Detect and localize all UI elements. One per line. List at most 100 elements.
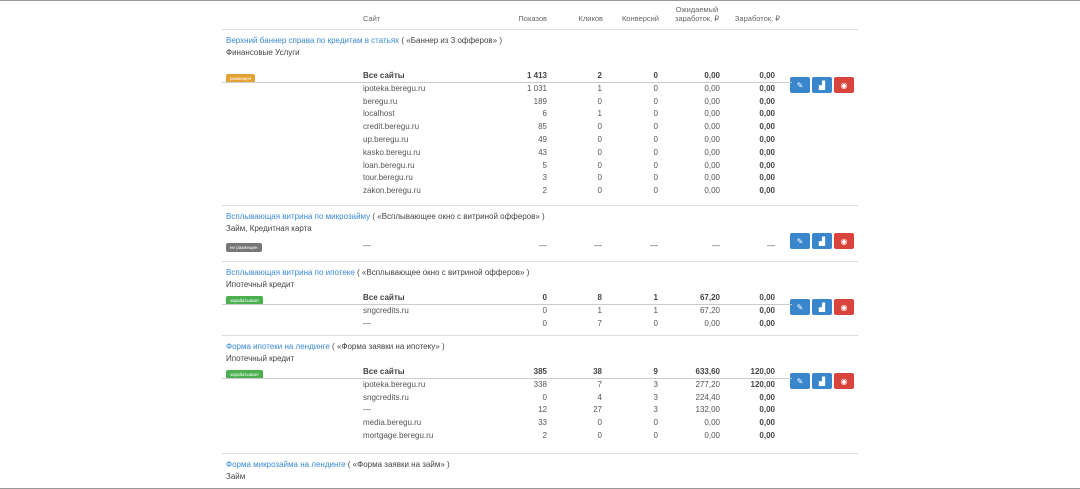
clicks-cell: 0	[597, 186, 602, 196]
earned-cell: 120,00	[750, 367, 775, 376]
conversions-cell: 0	[653, 160, 658, 170]
view-button[interactable]: ◉	[834, 233, 854, 249]
shows-cell: 2	[542, 430, 547, 440]
site-cell: Все сайты	[363, 293, 405, 302]
conversions-cell: 0	[653, 318, 658, 328]
offer-title: Верхний баннер справа по кредитам в стат…	[226, 36, 502, 45]
stats-button[interactable]: ▟	[812, 299, 832, 315]
clicks-cell: 27	[593, 405, 602, 415]
offer-title: Всплывающая витрина по микрозайму ( «Всп…	[226, 212, 545, 221]
clicks-cell: 7	[597, 379, 602, 389]
site-cell: loan.beregu.ru	[363, 160, 415, 170]
bar-chart-icon: ▟	[818, 302, 826, 312]
conversions-cell: 1	[653, 305, 658, 315]
earned-cell: 0,00	[759, 83, 775, 93]
table-row: mortgage.beregu.ru 2 0 0 0,00 0,00	[222, 430, 792, 443]
shows-cell: 12	[538, 405, 547, 415]
site-cell: ipoteka.beregu.ru	[363, 83, 426, 93]
earned-cell: 0,00	[759, 109, 775, 119]
eye-icon: ◉	[840, 376, 848, 386]
site-cell: up.beregu.ru	[363, 134, 409, 144]
earned-cell: 0,00	[759, 147, 775, 157]
edit-button[interactable]: ✎	[790, 299, 810, 315]
offer-title-link[interactable]: Всплывающая витрина по микрозайму	[226, 212, 370, 221]
dash-cell: —	[712, 241, 720, 250]
clicks-cell: 0	[597, 430, 602, 440]
earned-cell: 0,00	[759, 293, 775, 302]
conversions-cell: 9	[653, 367, 658, 376]
expected-cell: 0,00	[704, 122, 720, 132]
pencil-icon: ✎	[796, 236, 804, 246]
clicks-cell: 0	[597, 147, 602, 157]
view-button[interactable]: ◉	[834, 77, 854, 93]
table-row: beregu.ru 189 0 0 0,00 0,00	[222, 96, 792, 109]
edit-button[interactable]: ✎	[790, 373, 810, 389]
action-buttons: ✎ ▟ ◉	[790, 299, 854, 315]
expected-cell: 67,20	[699, 293, 720, 302]
offer-format: ( «Форма заявки на ипотеку» )	[332, 342, 445, 351]
site-cell: kasko.beregu.ru	[363, 147, 421, 157]
stats-button[interactable]: ▟	[812, 373, 832, 389]
dash-cell: —	[539, 241, 547, 250]
site-cell: ipoteka.beregu.ru	[363, 379, 426, 389]
offer-title: Форма ипотеки на лендинге ( «Форма заявк…	[226, 342, 445, 351]
offer-section: Всплывающая витрина по микрозайму ( «Всп…	[222, 206, 858, 262]
shows-cell: 6	[542, 109, 547, 119]
shows-cell: 189	[533, 96, 547, 106]
expected-cell: 0,00	[704, 173, 720, 183]
table-row: ipoteka.beregu.ru 1 031 1 0 0,00 0,00	[222, 83, 792, 96]
conversions-cell: 0	[653, 96, 658, 106]
clicks-cell: 8	[597, 293, 602, 302]
offer-title-link[interactable]: Верхний баннер справа по кредитам в стат…	[226, 36, 399, 45]
clicks-cell: 4	[597, 392, 602, 402]
table-row: credit.beregu.ru 85 0 0 0,00 0,00	[222, 121, 792, 134]
shows-cell: 0	[542, 318, 547, 328]
expected-cell: 0,00	[704, 430, 720, 440]
earned-cell: 0,00	[759, 71, 775, 80]
offer-title-link[interactable]: Форма ипотеки на лендинге	[226, 342, 330, 351]
stats-button[interactable]: ▟	[812, 77, 832, 93]
view-button[interactable]: ◉	[834, 373, 854, 389]
shows-cell: 85	[538, 122, 547, 132]
site-cell: zakon.beregu.ru	[363, 186, 421, 196]
expected-cell: 0,00	[704, 418, 720, 428]
clicks-cell: 0	[597, 122, 602, 132]
expected-cell: 0,00	[704, 96, 720, 106]
shows-cell: 0	[542, 392, 547, 402]
conversions-cell: 3	[653, 405, 658, 415]
conversions-cell: 0	[653, 134, 658, 144]
clicks-cell: 0	[597, 418, 602, 428]
clicks-cell: 0	[597, 160, 602, 170]
col-shows: Показов	[518, 14, 547, 23]
offer-title: Всплывающая витрина по ипотеке ( «Всплыв…	[226, 268, 529, 277]
expected-cell: 0,00	[704, 134, 720, 144]
clicks-cell: 7	[597, 318, 602, 328]
site-cell: beregu.ru	[363, 96, 398, 106]
offer-title-link[interactable]: Всплывающая витрина по ипотеке	[226, 268, 355, 277]
shows-cell: 1 031	[526, 83, 547, 93]
conversions-cell: 3	[653, 392, 658, 402]
pencil-icon: ✎	[796, 302, 804, 312]
site-cell: media.beregu.ru	[363, 418, 422, 428]
shows-cell: 1 413	[526, 71, 547, 80]
table-row: — 12 27 3 132,00 0,00	[222, 404, 792, 417]
edit-button[interactable]: ✎	[790, 233, 810, 249]
table-row: localhost 6 1 0 0,00 0,00	[222, 108, 792, 121]
expected-cell: 633,60	[695, 367, 720, 376]
col-clicks: Кликов	[578, 14, 603, 23]
site-cell: credit.beregu.ru	[363, 122, 420, 132]
col-expected: Ожидаемый заработок, ₽	[675, 5, 719, 23]
stats-button[interactable]: ▟	[812, 233, 832, 249]
table-row: ipoteka.beregu.ru 338 7 3 277,20 120,00	[222, 379, 792, 392]
conversions-cell: 0	[653, 430, 658, 440]
expected-cell: 277,20	[695, 379, 720, 389]
col-earned: Заработок, ₽	[734, 14, 780, 23]
edit-button[interactable]: ✎	[790, 77, 810, 93]
view-button[interactable]: ◉	[834, 299, 854, 315]
shows-cell: 0	[542, 305, 547, 315]
dash-cell: —	[767, 241, 775, 250]
offer-category: Займ	[226, 472, 246, 481]
conversions-cell: 0	[653, 147, 658, 157]
offer-title-link[interactable]: Форма микрозайма на лендинге	[226, 460, 346, 469]
offers-table: Сайт Показов Кликов Конверсий Ожидаемый …	[222, 0, 858, 489]
